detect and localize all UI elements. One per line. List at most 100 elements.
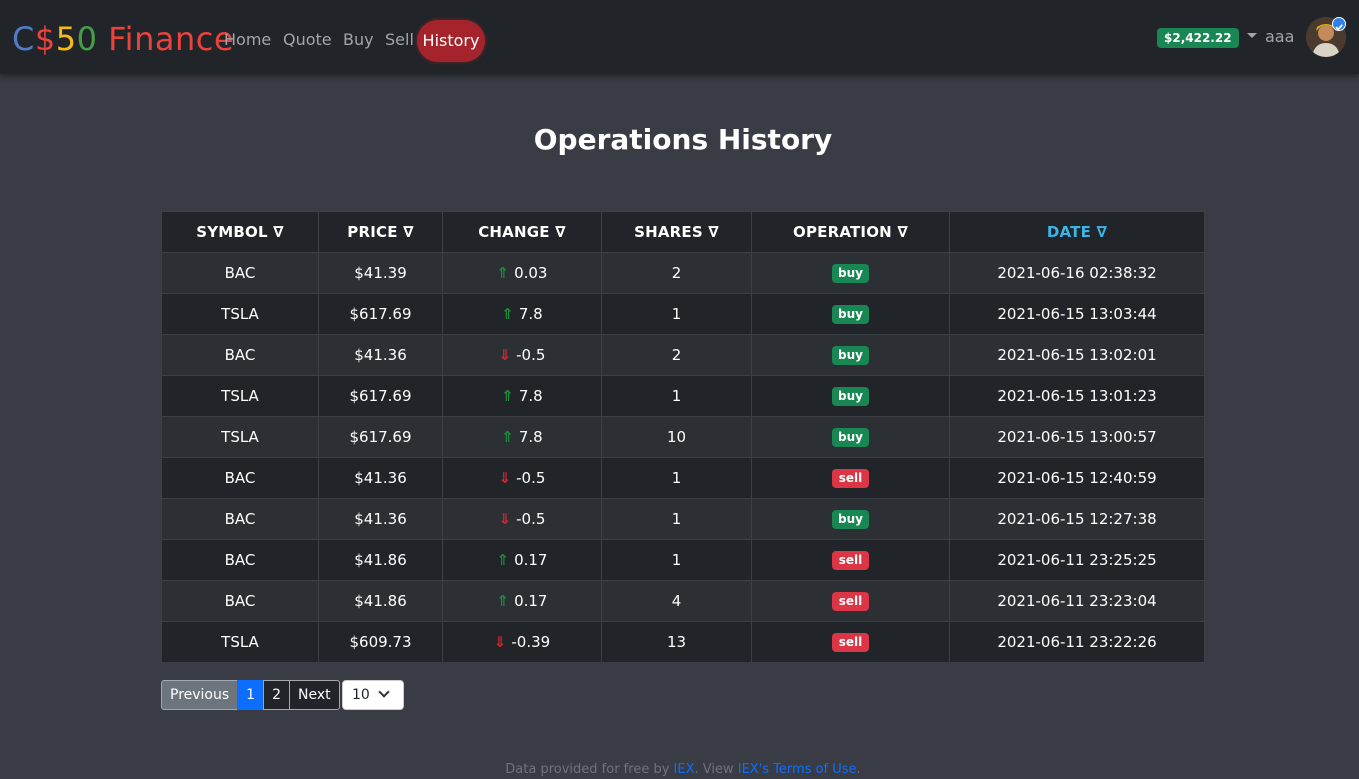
change-value: 0.17 — [514, 592, 548, 610]
cell-operation: sell — [751, 457, 950, 499]
table-row: BAC $41.36 ⇓ -0.5 1 sell 2021-06-15 12:40:59 — [161, 457, 1205, 499]
cell-price: $609.73 — [318, 621, 443, 663]
cell-date: 2021-06-11 23:23:04 — [949, 580, 1205, 622]
cell-price: $41.86 — [318, 539, 443, 581]
cell-price: $617.69 — [318, 375, 443, 417]
change-value: 7.8 — [518, 428, 543, 446]
cell-date: 2021-06-16 02:38:32 — [949, 252, 1205, 294]
cell-shares: 1 — [601, 539, 752, 581]
cell-date: 2021-06-15 13:03:44 — [949, 293, 1205, 335]
cell-operation: buy — [751, 252, 950, 294]
table-row: BAC $41.36 ⇓ -0.5 2 buy 2021-06-15 13:02:01 — [161, 334, 1205, 376]
nav-quote[interactable]: Quote — [283, 30, 332, 50]
cell-price: $617.69 — [318, 416, 443, 458]
cell-change: ⇑ 0.17 — [442, 580, 602, 622]
cell-date: 2021-06-15 12:40:59 — [949, 457, 1205, 499]
cell-operation: sell — [751, 580, 950, 622]
arrow-down-icon: ⇓ — [498, 346, 512, 364]
nav-history[interactable]: History — [417, 20, 485, 62]
footer: Data provided for free by IEX. View IEX'… — [0, 761, 1359, 779]
cell-date: 2021-06-15 12:27:38 — [949, 498, 1205, 540]
history-table-container: SYMBOL ∇ PRICE ∇ CHANGE ∇ SHARES ∇ OPERA… — [161, 211, 1205, 663]
header-shares[interactable]: SHARES ∇ — [601, 211, 752, 253]
cell-symbol: BAC — [161, 457, 319, 499]
arrow-down-icon: ⇓ — [498, 469, 512, 487]
operation-badge: sell — [832, 592, 869, 611]
pagination-page-1[interactable]: 1 — [237, 680, 265, 710]
cell-price: $41.36 — [318, 334, 443, 376]
table-row: TSLA $617.69 ⇑ 7.8 10 buy 2021-06-15 13:00:57 — [161, 416, 1205, 458]
history-table: SYMBOL ∇ PRICE ∇ CHANGE ∇ SHARES ∇ OPERA… — [161, 211, 1205, 663]
cell-shares: 1 — [601, 498, 752, 540]
pagination-previous[interactable]: Previous — [161, 680, 239, 710]
chevron-down-icon — [378, 686, 390, 698]
pagination-next[interactable]: Next — [289, 680, 340, 710]
brand-finance: Finance — [97, 20, 235, 58]
cell-change: ⇑ 7.8 — [442, 293, 602, 335]
header-date[interactable]: DATE ∇ — [949, 211, 1205, 253]
cell-change: ⇑ 7.8 — [442, 416, 602, 458]
iex-terms-link[interactable]: IEX's Terms of Use — [738, 762, 857, 777]
footer-text-2: . View — [694, 762, 738, 777]
cell-price: $41.86 — [318, 580, 443, 622]
cell-operation: buy — [751, 375, 950, 417]
change-value: -0.39 — [511, 633, 551, 651]
page-size-value: 10 — [352, 687, 370, 703]
cell-shares: 1 — [601, 457, 752, 499]
header-change[interactable]: CHANGE ∇ — [442, 211, 602, 253]
cell-date: 2021-06-11 23:22:26 — [949, 621, 1205, 663]
operation-badge: sell — [832, 469, 869, 488]
change-value: -0.5 — [516, 469, 546, 487]
cell-shares: 2 — [601, 334, 752, 376]
operation-badge: sell — [832, 633, 869, 652]
navbar: C$50 Finance Home Quote Buy Sell History… — [0, 0, 1359, 74]
table-row: TSLA $617.69 ⇑ 7.8 1 buy 2021-06-15 13:03:44 — [161, 293, 1205, 335]
cell-date: 2021-06-15 13:02:01 — [949, 334, 1205, 376]
arrow-down-icon: ⇓ — [493, 633, 507, 651]
pagination: Previous 1 2 Next — [161, 680, 340, 710]
cell-shares: 10 — [601, 416, 752, 458]
brand-letter-c: C — [12, 20, 35, 58]
arrow-up-icon: ⇑ — [496, 592, 510, 610]
cell-price: $41.36 — [318, 498, 443, 540]
cash-badge: $2,422.22 — [1157, 28, 1239, 48]
cell-symbol: BAC — [161, 539, 319, 581]
header-price[interactable]: PRICE ∇ — [318, 211, 443, 253]
cell-symbol: BAC — [161, 580, 319, 622]
nav-home[interactable]: Home — [224, 30, 271, 50]
pagination-page-2[interactable]: 2 — [263, 680, 291, 710]
cell-symbol: TSLA — [161, 375, 319, 417]
cell-symbol: BAC — [161, 252, 319, 294]
header-symbol[interactable]: SYMBOL ∇ — [161, 211, 319, 253]
operation-badge: sell — [832, 551, 869, 570]
change-value: 0.03 — [514, 264, 548, 282]
user-menu-toggle[interactable]: aaa — [1247, 27, 1294, 47]
change-value: 7.8 — [518, 305, 543, 323]
cell-shares: 13 — [601, 621, 752, 663]
cell-change: ⇓ -0.5 — [442, 334, 602, 376]
brand-zero: 0 — [76, 20, 98, 58]
arrow-up-icon: ⇑ — [501, 428, 514, 446]
page-size-select[interactable]: 10 — [342, 680, 404, 710]
nav-buy[interactable]: Buy — [343, 30, 374, 50]
table-row: BAC $41.86 ⇑ 0.17 4 sell 2021-06-11 23:23:04 — [161, 580, 1205, 622]
cell-price: $41.36 — [318, 457, 443, 499]
cell-operation: buy — [751, 498, 950, 540]
header-operation[interactable]: OPERATION ∇ — [751, 211, 950, 253]
brand-five: 5 — [55, 20, 77, 58]
operation-badge: buy — [832, 264, 869, 283]
change-value: -0.5 — [516, 346, 546, 364]
arrow-up-icon: ⇑ — [501, 387, 514, 405]
operation-badge: buy — [832, 387, 869, 406]
nav-sell[interactable]: Sell — [385, 30, 414, 50]
operation-badge: buy — [832, 346, 869, 365]
change-value: 0.17 — [514, 551, 548, 569]
table-row: BAC $41.39 ⇑ 0.03 2 buy 2021-06-16 02:38:32 — [161, 252, 1205, 294]
arrow-up-icon: ⇑ — [496, 264, 510, 282]
cell-change: ⇑ 0.17 — [442, 539, 602, 581]
brand-logo[interactable]: C$50 Finance — [12, 19, 234, 59]
table-row: TSLA $617.69 ⇑ 7.8 1 buy 2021-06-15 13:01:23 — [161, 375, 1205, 417]
cell-symbol: BAC — [161, 498, 319, 540]
footer-text-3: . — [856, 762, 861, 777]
iex-link[interactable]: IEX — [674, 762, 695, 777]
